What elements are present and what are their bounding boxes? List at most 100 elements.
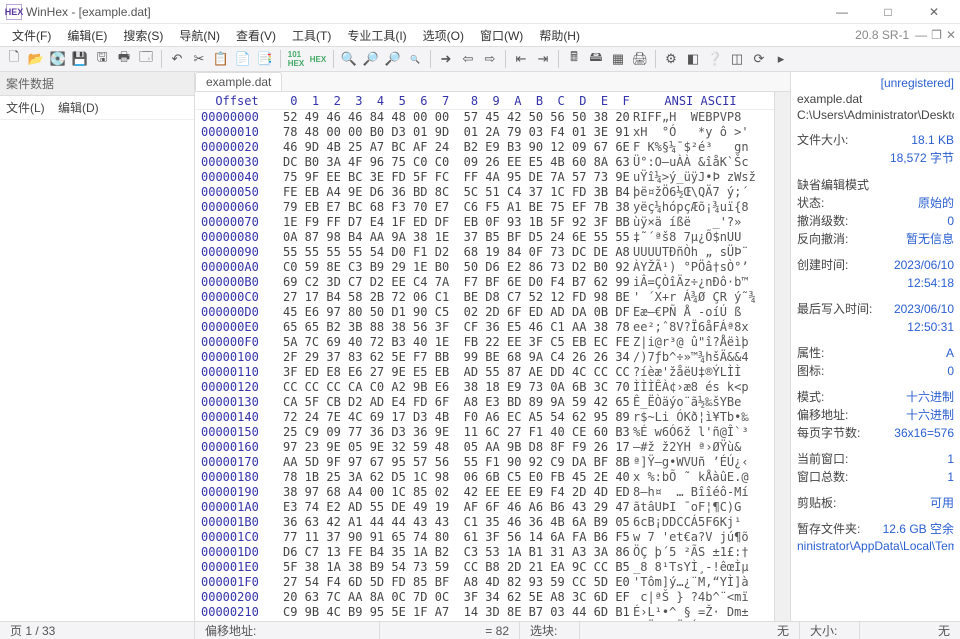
hex-header: Offset 0 1 2 3 4 5 6 7 8 9 A B C D E F A… [195, 92, 774, 110]
hex-row[interactable]: 0000004075 9F EE BC 3E FD 5F FC FF 4A 95… [195, 170, 774, 185]
hex-row[interactable]: 0000019038 97 68 A4 00 1C 85 02 42 EE EE… [195, 485, 774, 500]
hex-row[interactable]: 000000701E F9 FF D7 E4 1F ED DF EB 0F 93… [195, 215, 774, 230]
hex-row[interactable]: 00000170AA 5D 9F 97 67 95 57 56 55 F1 90… [195, 455, 774, 470]
menu-options[interactable]: 选项(O) [415, 25, 472, 46]
help-icon[interactable]: ❔ [705, 49, 725, 69]
calc-icon[interactable]: 🖩 [564, 49, 584, 69]
menu-window[interactable]: 窗口(W) [472, 25, 531, 46]
hex-row[interactable]: 000001E05F 38 1A 38 B9 54 73 59 CC B8 2D… [195, 560, 774, 575]
hex-row[interactable]: 000001D0D6 C7 13 FE B4 35 1A B2 C3 53 1A… [195, 545, 774, 560]
copy-icon[interactable]: 📋 [211, 49, 231, 69]
ram-icon[interactable]: ▦ [608, 49, 628, 69]
hex-row[interactable]: 000001103F ED E8 E6 27 9E E5 EB AD 55 87… [195, 365, 774, 380]
hex-row[interactable]: 000001C077 11 37 90 91 65 74 80 61 3F 56… [195, 530, 774, 545]
hex-row[interactable]: 0000000052 49 46 46 84 48 00 00 57 45 42… [195, 110, 774, 125]
menu-help[interactable]: 帮助(H) [531, 25, 588, 46]
close-button[interactable]: ✕ [914, 5, 954, 19]
new-icon[interactable]: 🗋 [4, 49, 24, 69]
col-offset[interactable]: Offset [195, 94, 279, 108]
opendisk-icon[interactable]: 💽 [48, 49, 68, 69]
arrow-icon[interactable]: ▸ [771, 49, 791, 69]
undo-value: 0 [947, 213, 954, 229]
hex-row[interactable]: 000000C027 17 B4 58 2B 72 06 C1 BE D8 C7… [195, 290, 774, 305]
hex-row[interactable]: 000000A0C0 59 8E C3 B9 29 1E B0 50 D6 E2… [195, 260, 774, 275]
col-ascii[interactable]: ANSI ASCII [627, 94, 774, 108]
child-restore-icon[interactable]: ❐ [931, 28, 942, 42]
hex-row[interactable]: 00000130CA 5F CB D2 AD E4 FD 6F A8 E3 BD… [195, 395, 774, 410]
status-page: 页 1 / 33 [0, 622, 195, 639]
hex-row[interactable]: 00000120CC CC CC CA C0 A2 9B E6 38 18 E9… [195, 380, 774, 395]
hex-row[interactable]: 0000006079 EB E7 BC 68 F3 70 E7 C6 F5 A1… [195, 200, 774, 215]
print-icon[interactable]: 🖶 [114, 49, 134, 69]
cut-icon[interactable]: ✂ [189, 49, 209, 69]
menu-nav[interactable]: 导航(N) [171, 25, 228, 46]
pasteclip-icon[interactable]: 📑 [255, 49, 275, 69]
hex-row[interactable]: 000000800A 87 98 B4 AA 9A 38 1E 37 B5 BF… [195, 230, 774, 245]
minimize-button[interactable]: — [822, 5, 862, 19]
case-menu-edit[interactable]: 编辑(D) [58, 101, 99, 115]
sync-icon[interactable]: ⟳ [749, 49, 769, 69]
open-icon[interactable]: 📂 [26, 49, 46, 69]
findhex3-icon[interactable]: 🔍 [405, 49, 425, 69]
hex-row[interactable]: 0000014072 24 7E 4C 69 17 D3 4B F0 A6 EC… [195, 410, 774, 425]
cfg-icon[interactable]: ⚙ [661, 49, 681, 69]
scrollbar[interactable] [774, 92, 790, 621]
hex-row[interactable]: 000001B036 63 42 A1 44 44 43 43 C1 35 46… [195, 515, 774, 530]
hex-row[interactable]: 0000022084 88 CF 00 EE 12 CB 29 DD 75 F5… [195, 620, 774, 621]
menu-file[interactable]: 文件(F) [4, 25, 59, 46]
menu-tools[interactable]: 工具(T) [284, 25, 339, 46]
hex-small-icon[interactable]: HEX [308, 49, 328, 69]
statusbar: 页 1 / 33 偏移地址: = 82 选块: 无 大小: 无 [0, 621, 960, 639]
menu-pro[interactable]: 专业工具(I) [339, 25, 414, 46]
paste-icon[interactable]: 📄 [233, 49, 253, 69]
hex-row[interactable]: 000000F05A 7C 69 40 72 B3 40 1E FB 22 EE… [195, 335, 774, 350]
hex-row[interactable]: 00000030DC B0 3A 4F 96 75 C0 C0 09 26 EE… [195, 155, 774, 170]
findhex-icon[interactable]: 🔎 [361, 49, 381, 69]
child-close-icon[interactable]: ✕ [946, 28, 956, 42]
menu-view[interactable]: 查看(V) [228, 25, 284, 46]
hex-row[interactable]: 00000210C9 9B 4C B9 95 5E 1F A7 14 3D 8E… [195, 605, 774, 620]
tab-example[interactable]: example.dat [195, 72, 282, 91]
hex-row[interactable]: 0000001078 48 00 00 B0 D3 01 9D 01 2A 79… [195, 125, 774, 140]
find-icon[interactable]: 🔍 [339, 49, 359, 69]
maximize-button[interactable]: □ [868, 5, 908, 19]
menu-search[interactable]: 搜索(S) [115, 25, 171, 46]
hex-row[interactable]: 000001002F 29 37 83 62 5E F7 BB 99 BE 68… [195, 350, 774, 365]
hex-row[interactable]: 0000002046 9D 4B 25 A7 BC AF 24 B2 E9 B3… [195, 140, 774, 155]
hex-view[interactable]: 0000000052 49 46 46 84 48 00 00 57 45 42… [195, 110, 774, 621]
goto-icon[interactable]: ➜ [436, 49, 456, 69]
case-menu-file[interactable]: 文件(L) [6, 101, 45, 115]
hex101-icon[interactable]: 101HEX [286, 49, 306, 69]
clip-label: 剪贴板: [797, 495, 836, 511]
hex-row[interactable]: 000000D045 E6 97 80 50 D1 90 C5 02 2D 6F… [195, 305, 774, 320]
status-size-none: 无 [938, 622, 950, 639]
hex-row[interactable]: 0000009055 55 55 55 54 D0 F1 D2 68 19 84… [195, 245, 774, 260]
vsplit-icon[interactable]: ◫ [727, 49, 747, 69]
hex-row[interactable]: 0000018078 1B 25 3A 62 D5 1C 98 06 6B C5… [195, 470, 774, 485]
pos2-icon[interactable]: ⇥ [533, 49, 553, 69]
printb-icon[interactable]: 🖨 [630, 49, 650, 69]
pos1-icon[interactable]: ⇤ [511, 49, 531, 69]
size-value: 18.1 KB [911, 132, 954, 148]
save-icon[interactable]: 💾 [70, 49, 90, 69]
hex-row[interactable]: 000000B069 C2 3D C7 D2 EE C4 7A F7 BF 6E… [195, 275, 774, 290]
hex-row[interactable]: 00000050FE EB A4 9E D6 36 BD 8C 5C 51 C4… [195, 185, 774, 200]
opt-icon[interactable]: ◧ [683, 49, 703, 69]
findhex2-icon[interactable]: 🔎 [383, 49, 403, 69]
disk-icon[interactable]: 🖴 [586, 49, 606, 69]
props-icon[interactable]: 🗔 [136, 49, 156, 69]
undo-icon[interactable]: ↶ [167, 49, 187, 69]
child-minimize-icon[interactable]: — [915, 28, 927, 42]
hex-row[interactable]: 0000016097 23 9E 05 9E 32 59 48 05 AA 9B… [195, 440, 774, 455]
menu-edit[interactable]: 编辑(E) [59, 25, 115, 46]
hex-row[interactable]: 0000020020 63 7C AA 8A 0C 7D 0C 3F 34 62… [195, 590, 774, 605]
hex-row[interactable]: 0000015025 C9 09 77 36 D3 36 9E 11 6C 27… [195, 425, 774, 440]
col-hex[interactable]: 0 1 2 3 4 5 6 7 8 9 A B C D E F [279, 94, 627, 108]
hex-row[interactable]: 000001F027 54 F4 6D 5D FD 85 BF A8 4D 82… [195, 575, 774, 590]
forward-icon[interactable]: ⇨ [480, 49, 500, 69]
hex-row[interactable]: 000000E065 65 B2 3B 88 38 56 3F CF 36 E5… [195, 320, 774, 335]
saveall-icon[interactable]: 🖫 [92, 49, 112, 69]
back-icon[interactable]: ⇦ [458, 49, 478, 69]
hex-row[interactable]: 000001A0E3 74 E2 AD 55 DE 49 19 AF 6F 46… [195, 500, 774, 515]
ctime-date: 2023/06/10 [894, 257, 954, 273]
